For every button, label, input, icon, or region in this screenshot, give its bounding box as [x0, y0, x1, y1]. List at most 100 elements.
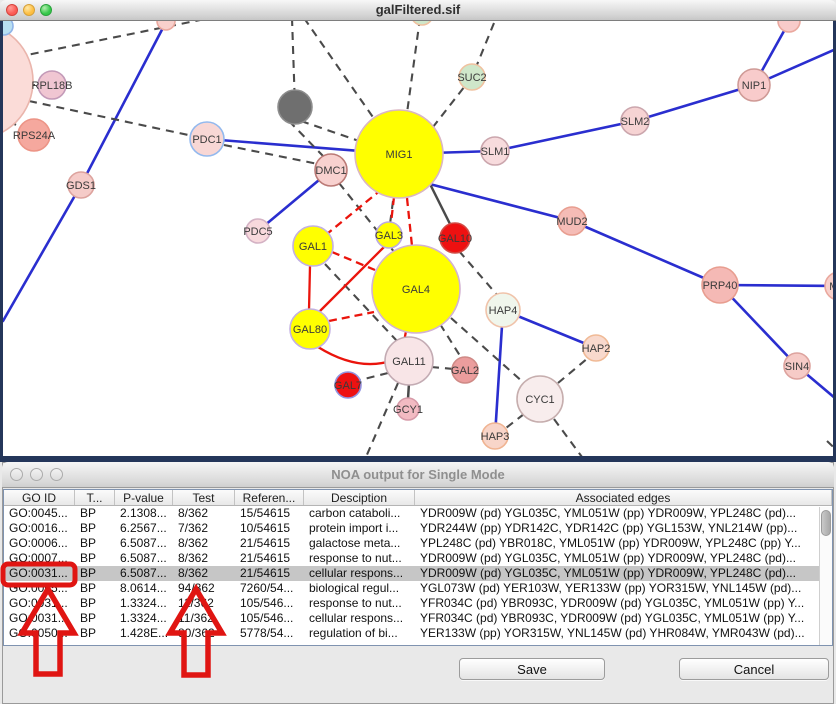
- edge-pd[interactable]: [17, 21, 210, 57]
- cell: YDR009W (pd) YGL035C, YML051W (pp) YDR00…: [415, 506, 832, 521]
- node-green-top[interactable]: [411, 21, 433, 25]
- edge-pd[interactable]: [554, 419, 582, 456]
- edge-pd[interactable]: [360, 373, 388, 380]
- node-RPS24A[interactable]: RPS24A: [13, 119, 56, 151]
- edge-pd[interactable]: [440, 324, 462, 359]
- node-PDC1[interactable]: PDC1: [190, 122, 224, 156]
- column-header-referen-[interactable]: Referen...: [235, 490, 304, 505]
- cell: YGL073W (pd) YER103W, YER133W (pp) YOR31…: [415, 581, 832, 596]
- node-gray-node[interactable]: [278, 90, 312, 124]
- edge-pp[interactable]: [418, 181, 572, 221]
- node-label: GDS1: [66, 180, 96, 192]
- edge-rs[interactable]: [309, 266, 310, 310]
- edge-pp[interactable]: [572, 221, 720, 285]
- node-PRP40[interactable]: PRP40: [702, 267, 738, 303]
- edge-pd[interactable]: [29, 101, 207, 139]
- scrollbar-thumb[interactable]: [821, 510, 831, 536]
- edge-pp[interactable]: [3, 185, 81, 321]
- node-pink-tr[interactable]: [778, 21, 800, 32]
- node-label: HAP2: [582, 343, 611, 355]
- cell: 94/362: [173, 581, 235, 596]
- network-canvas[interactable]: RPL18B RPS24A GDS1 PDC1 DMC1MIG1 SUC2 SLM1 SLM2…: [3, 21, 833, 456]
- node-GAL7[interactable]: GAL7: [334, 372, 362, 398]
- node-GAL4[interactable]: GAL4: [372, 245, 460, 333]
- node-CYC1[interactable]: CYC1: [517, 376, 563, 422]
- node-MIG1[interactable]: MIG1: [355, 110, 443, 198]
- cell: 15/54615: [235, 506, 304, 521]
- edge-rd[interactable]: [407, 198, 412, 246]
- edge-pd[interactable]: [827, 441, 833, 456]
- table-row[interactable]: GO:0065...BP8.0614...94/3627260/54...bio…: [4, 581, 832, 596]
- edge-rd[interactable]: [322, 189, 382, 238]
- node-GAL2[interactable]: GAL2: [451, 357, 479, 383]
- cell: 11/362: [173, 611, 235, 626]
- node-NIP1[interactable]: NIP1: [738, 69, 770, 101]
- node-label: GAL7: [334, 380, 362, 392]
- network-window-titlebar[interactable]: galFiltered.sif: [0, 0, 836, 21]
- vertical-scrollbar[interactable]: [819, 507, 832, 645]
- column-header-p-value[interactable]: P-value: [115, 490, 173, 505]
- node-label: GCY1: [393, 404, 423, 416]
- noa-window-titlebar[interactable]: NOA output for Single Mode: [2, 462, 834, 488]
- table-row[interactable]: GO:0031...BP1.3324...11/362105/546...res…: [4, 596, 832, 611]
- edge-ds[interactable]: [430, 184, 450, 224]
- node-SUC2[interactable]: SUC2: [457, 64, 486, 90]
- cell: cellular respons...: [304, 611, 415, 626]
- column-header-desciption[interactable]: Desciption: [304, 490, 415, 505]
- edge-rd[interactable]: [329, 312, 374, 321]
- cell: 21/54615: [235, 536, 304, 551]
- cell: biological regul...: [304, 581, 415, 596]
- node-HAP4[interactable]: HAP4: [486, 293, 520, 327]
- cell: 6.2567...: [115, 521, 173, 536]
- cell: 2.1308...: [115, 506, 173, 521]
- table-row[interactable]: GO:0007...BP6.5087...8/36221/54615respon…: [4, 551, 832, 566]
- cancel-button[interactable]: Cancel: [679, 658, 829, 680]
- save-button[interactable]: Save: [459, 658, 605, 680]
- edge-pp[interactable]: [635, 85, 754, 121]
- cell: 8/362: [173, 551, 235, 566]
- edge-pp[interactable]: [495, 121, 635, 151]
- table-row[interactable]: GO:0050...BP1.428E...80/3625778/54...reg…: [4, 626, 832, 641]
- column-header-test[interactable]: Test: [173, 490, 235, 505]
- node-SIN4[interactable]: SIN4: [784, 353, 810, 379]
- edge-pp[interactable]: [81, 22, 166, 185]
- node-GAL3[interactable]: GAL3: [375, 222, 403, 248]
- table-row[interactable]: GO:0031...BP1.3324...11/362105/546...cel…: [4, 611, 832, 626]
- table-row[interactable]: GO:0045...BP2.1308...8/36215/54615carbon…: [4, 506, 832, 521]
- edge-pp[interactable]: [495, 310, 503, 436]
- node-GAL10[interactable]: GAL10: [438, 223, 472, 253]
- edge-pd[interactable]: [506, 414, 524, 428]
- node-MUD2[interactable]: MUD2: [556, 207, 587, 235]
- edge-pd[interactable]: [301, 121, 365, 143]
- edge-pd[interactable]: [558, 358, 588, 383]
- node-GAL80[interactable]: GAL80: [290, 309, 330, 349]
- cell: YDR244W (pp) YDR142C, YDR142C (pp) YGL15…: [415, 521, 832, 536]
- node-label: GAL1: [299, 241, 327, 253]
- node-DMC1[interactable]: DMC1: [315, 154, 347, 186]
- edge-pd[interactable]: [366, 383, 398, 456]
- node-GAL11[interactable]: GAL11: [385, 337, 433, 385]
- edge-pd[interactable]: [407, 21, 420, 113]
- edge-pd[interactable]: [459, 251, 498, 296]
- node-HAP3[interactable]: HAP3: [481, 423, 510, 449]
- column-header-associated-edges[interactable]: Associated edges: [415, 490, 832, 505]
- table-row[interactable]: GO:0006...BP6.5087...8/36221/54615galact…: [4, 536, 832, 551]
- node-GDS1[interactable]: GDS1: [66, 172, 96, 198]
- table-row-selected[interactable]: GO:0031...BP6.5087...8/36221/54615cellul…: [4, 566, 832, 581]
- node-GAL1[interactable]: GAL1: [293, 226, 333, 266]
- column-header-go-id[interactable]: GO ID: [4, 490, 75, 505]
- edge-pd[interactable]: [304, 21, 377, 123]
- node-MSI[interactable]: MSI: [825, 272, 833, 300]
- node-SLM2[interactable]: SLM2: [621, 107, 650, 135]
- node-SLM1[interactable]: SLM1: [481, 137, 510, 165]
- node-cyan-tiny[interactable]: [3, 21, 13, 35]
- node-label: MUD2: [556, 216, 587, 228]
- table-row[interactable]: GO:0016...BP6.2567...7/36210/54615protei…: [4, 521, 832, 536]
- node-HAP2[interactable]: HAP2: [582, 335, 611, 361]
- edge-rs[interactable]: [318, 347, 387, 364]
- cell: YDR009W (pd) YGL035C, YML051W (pp) YDR00…: [415, 566, 832, 581]
- node-RPL18B[interactable]: RPL18B: [32, 71, 73, 99]
- column-header-t-[interactable]: T...: [75, 490, 115, 505]
- node-label: GAL80: [293, 324, 327, 336]
- node-GCY1[interactable]: GCY1: [393, 398, 423, 420]
